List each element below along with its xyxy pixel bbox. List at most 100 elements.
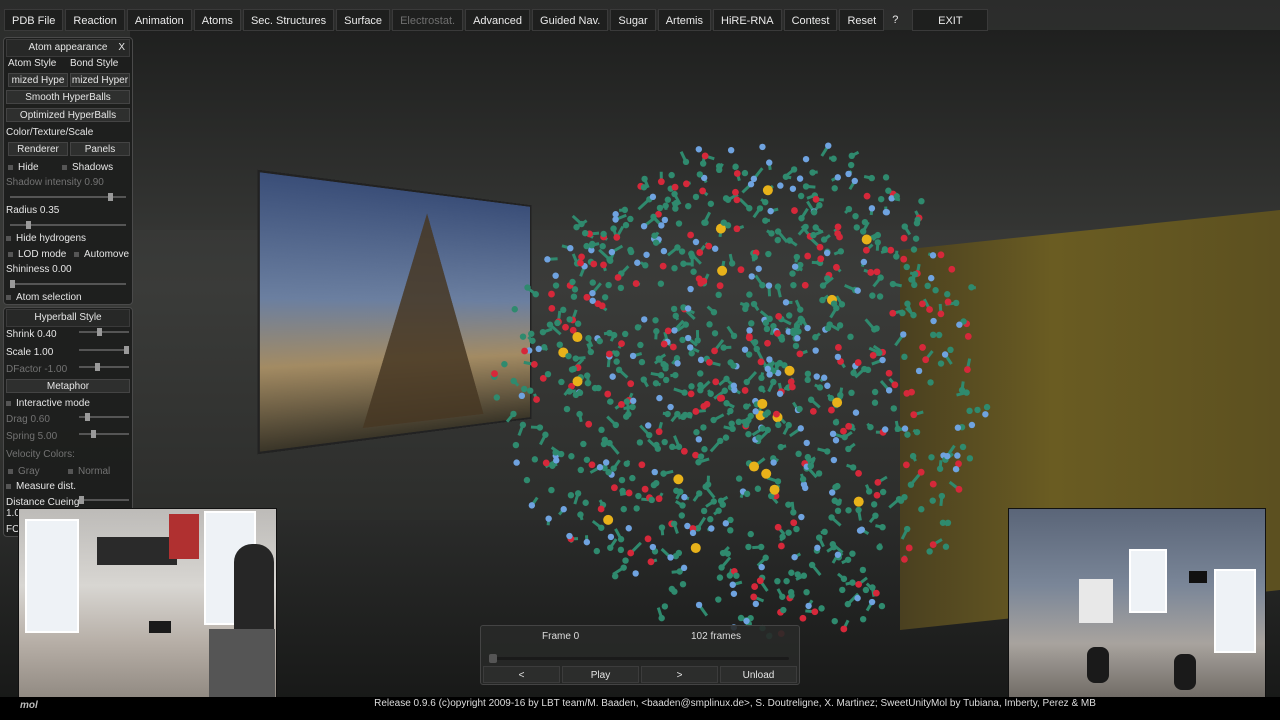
atom — [854, 359, 862, 366]
gray-option[interactable]: Gray — [8, 464, 40, 480]
atom — [853, 496, 864, 507]
atom — [751, 254, 758, 261]
atom — [795, 450, 802, 458]
atom — [662, 365, 669, 372]
atom — [658, 524, 666, 531]
menu-animation-button[interactable]: Animation — [126, 9, 192, 31]
atom — [664, 196, 672, 203]
close-panel-button[interactable]: X — [118, 40, 125, 55]
menu-artemis-button[interactable]: Artemis — [657, 9, 711, 31]
distance-cueing-slider[interactable] — [79, 496, 129, 504]
interactive-mode-checkbox[interactable] — [6, 400, 11, 406]
gray-radio[interactable] — [8, 468, 13, 474]
renderer-button[interactable]: Renderer — [8, 142, 68, 156]
atom-selection-checkbox[interactable] — [6, 294, 11, 300]
menu-guided-nav-button[interactable]: Guided Nav. — [532, 9, 609, 31]
menu-contest-button[interactable]: Contest — [783, 9, 838, 31]
shininess-slider[interactable] — [10, 280, 126, 288]
optimized-hyperballs-button[interactable]: Optimized HyperBalls — [6, 108, 130, 122]
panels-button[interactable]: Panels — [70, 142, 130, 156]
slider-handle[interactable] — [91, 430, 96, 438]
atom — [570, 293, 578, 300]
lod-mode-checkbox[interactable] — [8, 251, 13, 257]
atom — [873, 268, 881, 276]
smooth-hyperballs-button[interactable]: Smooth HyperBalls — [6, 90, 130, 104]
atom — [720, 344, 727, 351]
previous-frame-button[interactable]: < — [483, 666, 560, 683]
radius-slider[interactable] — [10, 221, 126, 229]
hide-hydrogens-toggle[interactable]: Hide hydrogens — [6, 231, 130, 247]
menu-sec-structures-button[interactable]: Sec. Structures — [242, 9, 335, 31]
measure-dist-toggle[interactable]: Measure dist. — [6, 479, 130, 495]
dfactor-slider[interactable] — [79, 363, 129, 371]
atom — [686, 411, 693, 419]
atom — [926, 548, 933, 555]
bond-style-select[interactable]: mized Hyper — [70, 73, 130, 87]
atom — [735, 418, 742, 426]
atom-selection-toggle[interactable]: Atom selection — [6, 290, 130, 306]
atom — [918, 506, 925, 513]
metaphor-button[interactable]: Metaphor — [6, 379, 130, 393]
atom-style-select[interactable]: mized Hype — [8, 73, 68, 87]
normal-radio[interactable] — [68, 468, 73, 474]
slider-handle[interactable] — [97, 328, 102, 336]
atom — [743, 421, 750, 428]
atom — [844, 600, 852, 608]
shadows-toggle[interactable]: Shadows — [62, 160, 113, 176]
slider-handle[interactable] — [124, 346, 129, 354]
frame-slider-handle[interactable] — [489, 654, 497, 663]
slider-handle[interactable] — [26, 221, 31, 229]
atom — [952, 465, 960, 473]
menu-sugar-button[interactable]: Sugar — [610, 9, 656, 31]
menu-reaction-button[interactable]: Reaction — [65, 9, 125, 31]
spring-slider[interactable] — [79, 430, 129, 438]
help-button[interactable]: ? — [886, 9, 904, 31]
interactive-mode-toggle[interactable]: Interactive mode — [6, 396, 130, 412]
atom — [668, 171, 675, 179]
lod-mode-toggle[interactable]: LOD mode — [8, 247, 66, 263]
room-door — [25, 519, 79, 633]
atom — [687, 344, 694, 351]
measure-dist-checkbox[interactable] — [6, 483, 11, 489]
atom — [813, 373, 820, 380]
automove-toggle[interactable]: Automove — [74, 247, 129, 263]
slider-handle[interactable] — [108, 193, 113, 201]
menu-pdb-file-button[interactable]: PDB File — [4, 9, 64, 31]
atom — [904, 431, 911, 438]
scale-slider[interactable] — [79, 346, 129, 354]
exit-button[interactable]: EXIT — [912, 9, 989, 31]
next-frame-button[interactable]: > — [641, 666, 718, 683]
atom — [650, 213, 657, 221]
play-button[interactable]: Play — [562, 666, 639, 683]
shadows-checkbox[interactable] — [62, 164, 67, 170]
unload-button[interactable]: Unload — [720, 666, 797, 683]
atom — [718, 564, 725, 571]
slider-handle[interactable] — [79, 496, 84, 504]
shrink-slider[interactable] — [79, 328, 129, 336]
hide-checkbox[interactable] — [8, 164, 13, 170]
slider-handle[interactable] — [10, 280, 15, 288]
normal-option[interactable]: Normal — [68, 464, 110, 480]
hide-hydrogens-checkbox[interactable] — [6, 235, 11, 241]
menu-surface-button[interactable]: Surface — [336, 9, 391, 31]
frame-slider[interactable] — [489, 654, 789, 663]
shadow-intensity-slider[interactable] — [10, 193, 126, 201]
automove-checkbox[interactable] — [74, 251, 79, 257]
atom — [577, 466, 585, 474]
atom — [618, 340, 625, 348]
atom — [800, 572, 808, 579]
atom — [627, 248, 635, 256]
hide-toggle[interactable]: Hide — [8, 160, 39, 176]
atom — [723, 375, 730, 383]
slider-handle[interactable] — [85, 413, 90, 421]
vr-controller-left — [1087, 647, 1109, 683]
menu-reset-button[interactable]: Reset — [839, 9, 885, 31]
atom — [814, 544, 821, 551]
slider-handle[interactable] — [95, 363, 100, 371]
menu-atoms-button[interactable]: Atoms — [193, 9, 241, 31]
menu-advanced-button[interactable]: Advanced — [465, 9, 531, 31]
menu-electrostat-button[interactable]: Electrostat. — [392, 9, 464, 31]
drag-slider[interactable] — [79, 413, 129, 421]
protein-molecule-model[interactable] — [470, 120, 1030, 660]
menu-hire-rna-button[interactable]: HiRE-RNA — [713, 9, 782, 31]
